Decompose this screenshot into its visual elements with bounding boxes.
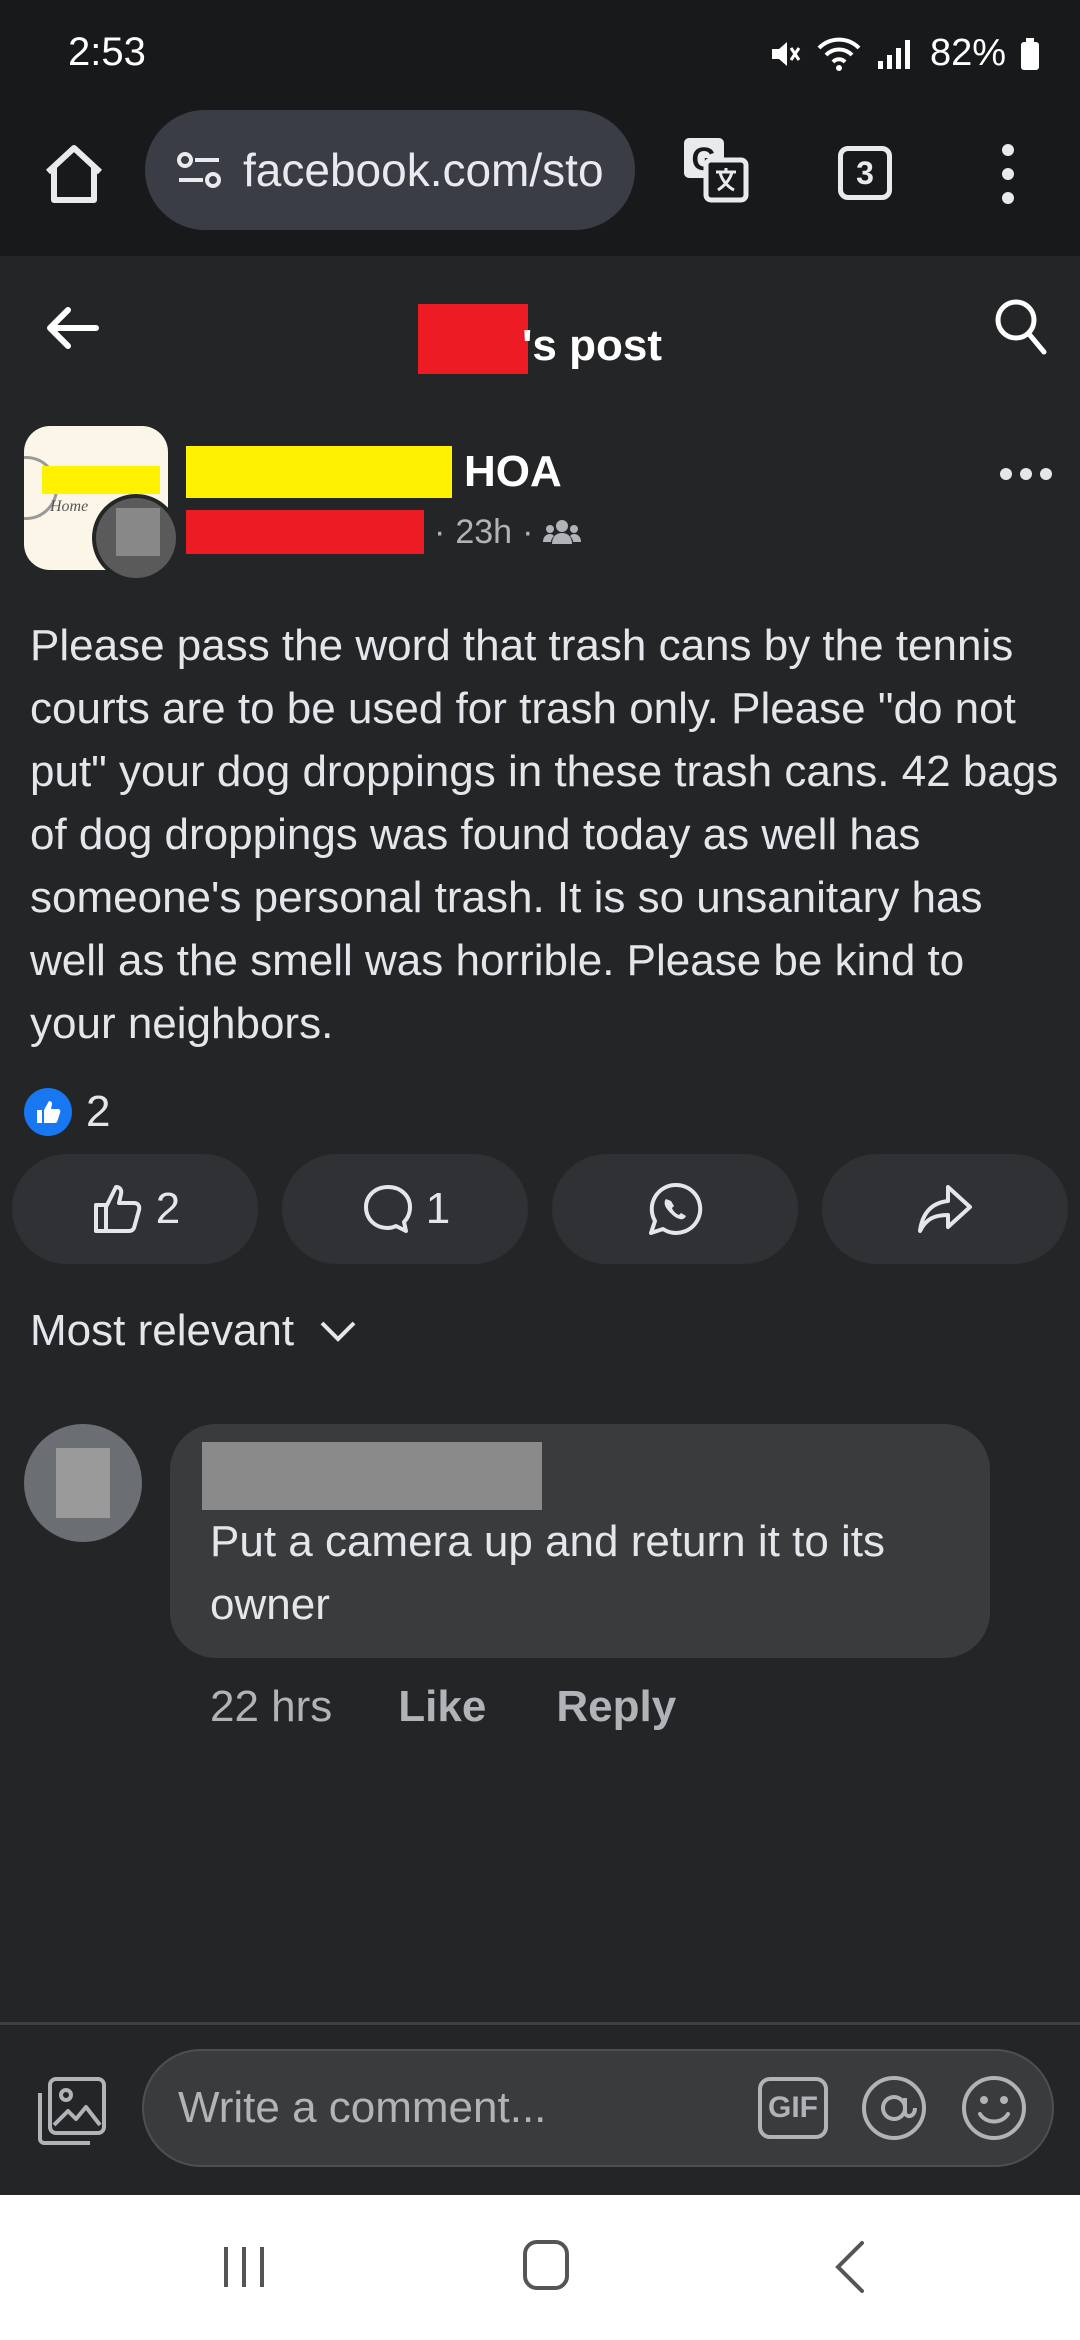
commenter-avatar[interactable] (24, 1424, 142, 1542)
comment-input[interactable]: Write a comment... GIF (142, 2049, 1054, 2167)
status-bar: 2:53 82% (0, 0, 1080, 110)
search-icon[interactable] (992, 296, 1048, 356)
comment-count: 1 (425, 1184, 451, 1233)
url-bar[interactable]: facebook.com/sto (145, 110, 635, 230)
home-icon[interactable] (40, 140, 108, 208)
tabs-count-button[interactable]: 3 (838, 146, 892, 200)
signal-icon (877, 39, 910, 69)
redaction-block (417, 304, 528, 374)
author-avatar[interactable] (92, 494, 180, 582)
comment-actions: 22 hrs Like Reply (210, 1682, 676, 1732)
recent-apps-icon[interactable] (220, 2243, 268, 2291)
comment-sort-dropdown[interactable]: Most relevant (30, 1306, 358, 1356)
comment-reply-button[interactable]: Reply (556, 1682, 676, 1732)
comment-time[interactable]: 22 hrs (210, 1682, 332, 1732)
reaction-count: 2 (86, 1087, 111, 1136)
redaction-block (116, 508, 160, 556)
status-time: 2:53 (68, 30, 146, 74)
post-body: Please pass the word that trash cans by … (30, 621, 1059, 1048)
redaction-block (42, 466, 160, 494)
redaction-block (202, 1442, 542, 1510)
author-name-row[interactable]: HOA (186, 446, 562, 498)
group-logo: Home (50, 498, 89, 515)
back-nav-icon[interactable] (832, 2239, 868, 2295)
battery-icon (1021, 37, 1039, 70)
comment-composer: Write a comment... GIF (0, 2025, 1080, 2195)
redaction-block (56, 1448, 110, 1518)
status-icons: 82% (768, 32, 1040, 75)
redaction-block (186, 446, 452, 498)
gif-button[interactable]: GIF (758, 2077, 828, 2139)
translate-icon[interactable]: G (680, 134, 750, 204)
share-icon (918, 1185, 972, 1233)
url-text: facebook.com/sto (243, 144, 604, 196)
comment-bubble: Put a camera up and return it to its own… (170, 1424, 990, 1658)
post-time[interactable]: 23h (455, 513, 512, 552)
battery-percent: 82% (929, 32, 1006, 74)
like-button[interactable]: 2 (12, 1154, 258, 1264)
redaction-block (186, 510, 424, 554)
comment-icon (363, 1185, 412, 1233)
mention-icon[interactable] (858, 2072, 930, 2144)
browser-toolbar: facebook.com/sto G 3 (0, 110, 1080, 256)
wifi-icon (817, 37, 861, 71)
photo-icon[interactable] (36, 2075, 108, 2147)
chevron-down-icon (320, 1321, 356, 1342)
more-horizontal-icon[interactable] (998, 462, 1054, 486)
separator-dot: · (434, 512, 446, 551)
page-title-text: 's post (521, 321, 663, 370)
comment-text: Put a camera up and return it to its own… (210, 1517, 886, 1629)
comment-input-placeholder: Write a comment... (178, 2083, 547, 2132)
whatsapp-share-button[interactable] (552, 1154, 798, 1264)
site-settings-icon[interactable] (175, 150, 223, 190)
page-title: 's post (0, 304, 1080, 374)
whatsapp-icon (649, 1182, 703, 1235)
sort-label: Most relevant (30, 1306, 295, 1355)
like-reaction-icon (24, 1088, 72, 1136)
home-nav-icon[interactable] (522, 2239, 570, 2291)
separator-dot: · (522, 512, 534, 551)
share-button[interactable] (822, 1154, 1068, 1264)
post-meta: · 23h · (186, 510, 582, 554)
comment-like-button[interactable]: Like (398, 1682, 486, 1732)
more-vertical-icon[interactable] (990, 140, 1026, 208)
like-count: 2 (155, 1184, 181, 1233)
thumbs-up-icon (93, 1185, 141, 1233)
comment-button[interactable]: 1 (282, 1154, 528, 1264)
reaction-summary[interactable]: 2 (24, 1087, 111, 1136)
mute-icon (771, 41, 801, 66)
post-actions: 2 1 (12, 1154, 1068, 1264)
group-icon (543, 520, 582, 544)
emoji-icon[interactable] (958, 2072, 1030, 2144)
post-header: 's post (0, 256, 1080, 396)
group-name[interactable]: HOA (464, 447, 562, 497)
system-nav-bar (0, 2195, 1080, 2340)
